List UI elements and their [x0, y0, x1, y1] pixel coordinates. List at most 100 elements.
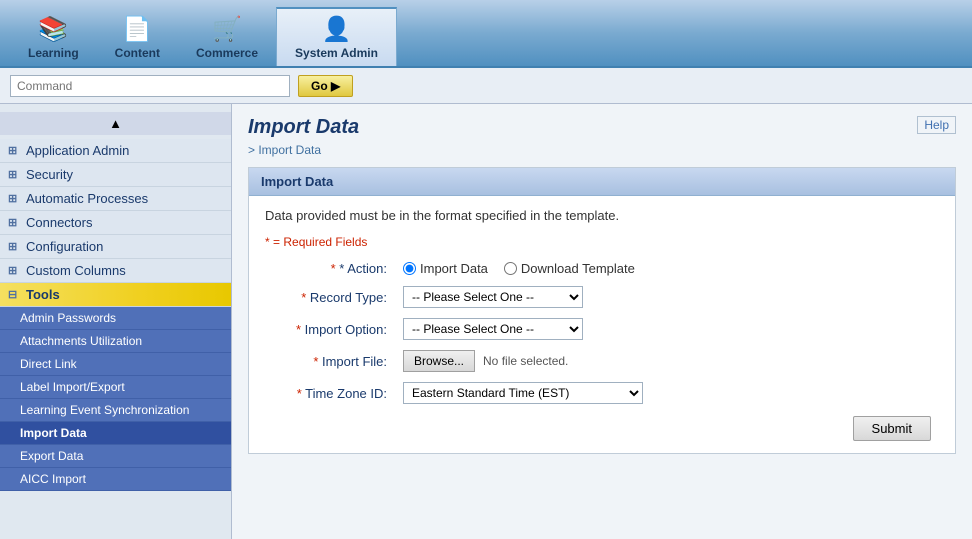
- radio-download-label: Download Template: [521, 261, 635, 276]
- sidebar-sub-attachments-utilization[interactable]: Attachments Utilization: [0, 330, 231, 353]
- content-icon: 📄: [122, 15, 152, 44]
- import-data-card: Import Data Data provided must be in the…: [248, 167, 956, 454]
- sidebar-label-connectors: Connectors: [26, 215, 92, 230]
- radio-download-input[interactable]: [504, 262, 517, 275]
- radio-import-data-input[interactable]: [403, 262, 416, 275]
- radio-import-label: Import Data: [420, 261, 488, 276]
- record-type-row: * Record Type: -- Please Select One --: [265, 286, 939, 308]
- action-label: * * Action:: [265, 261, 395, 276]
- sidebar-item-tools[interactable]: ⊟ Tools: [0, 283, 231, 307]
- sidebar-sub-label-import-export[interactable]: Label Import/Export: [0, 376, 231, 399]
- action-field: Import Data Download Template: [403, 261, 939, 276]
- sidebar-label-custom-columns: Custom Columns: [26, 263, 126, 278]
- import-option-label: * Import Option:: [265, 322, 395, 337]
- submit-button[interactable]: Submit: [853, 416, 931, 441]
- form-actions: Submit: [265, 416, 939, 441]
- nav-item-learning[interactable]: 📚 Learning: [10, 9, 97, 66]
- sidebar: ▲ ⊞ Application Admin ⊞ Security ⊞ Autom…: [0, 104, 232, 539]
- expand-icon-security: ⊞: [8, 168, 22, 181]
- help-link[interactable]: Help: [917, 116, 956, 134]
- import-option-req-star: *: [296, 322, 305, 337]
- radio-download-template[interactable]: Download Template: [504, 261, 635, 276]
- sidebar-sub-aicc-import[interactable]: AICC Import: [0, 468, 231, 491]
- import-option-row: * Import Option: -- Please Select One --: [265, 318, 939, 340]
- timezone-label: * Time Zone ID:: [265, 386, 395, 401]
- nav-item-label-learning: Learning: [28, 46, 79, 60]
- import-file-label: * Import File:: [265, 354, 395, 369]
- record-type-label: * Record Type:: [265, 290, 395, 305]
- expand-icon-tools: ⊟: [8, 288, 22, 301]
- timezone-req-star: *: [297, 386, 305, 401]
- sidebar-item-configuration[interactable]: ⊞ Configuration: [0, 235, 231, 259]
- sidebar-label-security: Security: [26, 167, 73, 182]
- action-row: * * Action: Import Data Download Templat…: [265, 261, 939, 276]
- sidebar-item-connectors[interactable]: ⊞ Connectors: [0, 211, 231, 235]
- record-type-field: -- Please Select One --: [403, 286, 939, 308]
- sidebar-label-automatic-processes: Automatic Processes: [26, 191, 148, 206]
- sidebar-sub-admin-passwords[interactable]: Admin Passwords: [0, 307, 231, 330]
- import-option-label-text: Import Option:: [305, 322, 387, 337]
- record-type-req-star: *: [301, 290, 310, 305]
- form-card-body: Data provided must be in the format spec…: [249, 196, 955, 453]
- sidebar-sub-label-aicc: AICC Import: [20, 472, 86, 486]
- nav-item-content[interactable]: 📄 Content: [97, 9, 178, 66]
- sidebar-sub-learning-event-sync[interactable]: Learning Event Synchronization: [0, 399, 231, 422]
- form-card-header: Import Data: [249, 168, 955, 196]
- sidebar-sub-import-data[interactable]: Import Data: [0, 422, 231, 445]
- page-title: Import Data: [248, 116, 359, 139]
- sidebar-item-custom-columns[interactable]: ⊞ Custom Columns: [0, 259, 231, 283]
- top-nav: 📚 Learning 📄 Content 🛒 Commerce 👤 System…: [0, 0, 972, 68]
- nav-item-label-commerce: Commerce: [196, 46, 258, 60]
- import-file-row: * Import File: Browse... No file selecte…: [265, 350, 939, 372]
- go-button[interactable]: Go ▶: [298, 75, 353, 97]
- sidebar-sub-label-export-data: Export Data: [20, 449, 83, 463]
- content-area: Import Data Help > Import Data Import Da…: [232, 104, 972, 539]
- import-file-label-text: Import File:: [322, 354, 387, 369]
- sidebar-sub-label-learning-event: Learning Event Synchronization: [20, 403, 189, 417]
- learning-icon: 📚: [38, 15, 68, 44]
- import-file-field: Browse... No file selected.: [403, 350, 939, 372]
- expand-icon-connectors: ⊞: [8, 216, 22, 229]
- record-type-label-text: Record Type:: [310, 290, 387, 305]
- sidebar-item-application-admin[interactable]: ⊞ Application Admin: [0, 139, 231, 163]
- file-status: No file selected.: [483, 354, 568, 368]
- sidebar-item-security[interactable]: ⊞ Security: [0, 163, 231, 187]
- timezone-select[interactable]: Eastern Standard Time (EST) Central Stan…: [403, 382, 643, 404]
- browse-button[interactable]: Browse...: [403, 350, 475, 372]
- commerce-icon: 🛒: [212, 15, 242, 44]
- record-type-select[interactable]: -- Please Select One --: [403, 286, 583, 308]
- required-note: * = Required Fields: [265, 235, 939, 249]
- sidebar-sub-label-import-data: Import Data: [20, 426, 87, 440]
- nav-item-label-system-admin: System Admin: [295, 46, 378, 60]
- timezone-row: * Time Zone ID: Eastern Standard Time (E…: [265, 382, 939, 404]
- sidebar-sub-label-admin-passwords: Admin Passwords: [20, 311, 116, 325]
- sidebar-sub-export-data[interactable]: Export Data: [0, 445, 231, 468]
- command-input[interactable]: [10, 75, 290, 97]
- sidebar-label-application-admin: Application Admin: [26, 143, 129, 158]
- required-note-text: = Required Fields: [273, 235, 367, 249]
- main-layout: ▲ ⊞ Application Admin ⊞ Security ⊞ Autom…: [0, 104, 972, 539]
- command-bar: Go ▶: [0, 68, 972, 104]
- sidebar-sub-label-attachments: Attachments Utilization: [20, 334, 142, 348]
- sidebar-item-automatic-processes[interactable]: ⊞ Automatic Processes: [0, 187, 231, 211]
- form-description: Data provided must be in the format spec…: [265, 208, 939, 223]
- nav-item-commerce[interactable]: 🛒 Commerce: [178, 9, 276, 66]
- required-star: *: [265, 235, 270, 249]
- timezone-field: Eastern Standard Time (EST) Central Stan…: [403, 382, 939, 404]
- import-option-select[interactable]: -- Please Select One --: [403, 318, 583, 340]
- sidebar-sub-label-label-import: Label Import/Export: [20, 380, 125, 394]
- breadcrumb: > Import Data: [248, 143, 956, 157]
- nav-item-label-content: Content: [115, 46, 160, 60]
- sidebar-collapse-btn[interactable]: ▲: [0, 112, 231, 135]
- expand-icon-app-admin: ⊞: [8, 144, 22, 157]
- import-option-field: -- Please Select One --: [403, 318, 939, 340]
- sidebar-label-tools: Tools: [26, 287, 60, 302]
- radio-import-data[interactable]: Import Data: [403, 261, 488, 276]
- system-admin-icon: 👤: [322, 15, 352, 44]
- expand-icon-custom-cols: ⊞: [8, 264, 22, 277]
- expand-icon-auto-proc: ⊞: [8, 192, 22, 205]
- sidebar-sub-direct-link[interactable]: Direct Link: [0, 353, 231, 376]
- timezone-label-text: Time Zone ID:: [305, 386, 387, 401]
- page-title-bar: Import Data Help: [248, 116, 956, 139]
- nav-item-system-admin[interactable]: 👤 System Admin: [276, 7, 397, 66]
